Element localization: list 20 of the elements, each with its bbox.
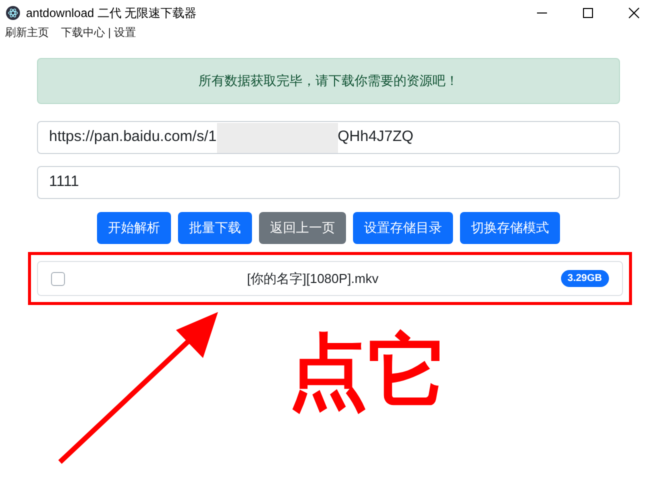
action-button[interactable]: 切换存储模式: [460, 212, 560, 244]
app-logo-icon: [6, 6, 20, 20]
action-button[interactable]: 开始解析: [97, 212, 171, 244]
link-input-field[interactable]: https://pan.baidu.com/s/1 QHh4J7ZQ: [37, 121, 620, 154]
checkbox[interactable]: [51, 272, 65, 286]
menu-item[interactable]: 下载中心: [61, 24, 105, 42]
code-input-field[interactable]: 1111: [37, 166, 620, 199]
action-button[interactable]: 设置存储目录: [353, 212, 453, 244]
maximize-icon[interactable]: [582, 6, 594, 18]
action-button[interactable]: 返回上一页: [259, 212, 346, 244]
action-button[interactable]: 批量下载: [178, 212, 252, 244]
file-name: [你的名字][1080P].mkv: [246, 270, 380, 288]
success-alert: 所有数据获取完毕，请下载你需要的资源吧！: [37, 58, 620, 104]
file-row[interactable]: [你的名字][1080P].mkv 3.29GB: [37, 261, 623, 296]
close-icon[interactable]: [628, 6, 640, 18]
window-title: antdownload 二代 无限速下载器: [26, 4, 197, 22]
menu-item[interactable]: 刷新主页: [5, 24, 49, 42]
menu-item[interactable]: |: [108, 24, 111, 42]
size-badge: 3.29GB: [560, 270, 609, 287]
menu-item[interactable]: 设置: [114, 24, 136, 42]
